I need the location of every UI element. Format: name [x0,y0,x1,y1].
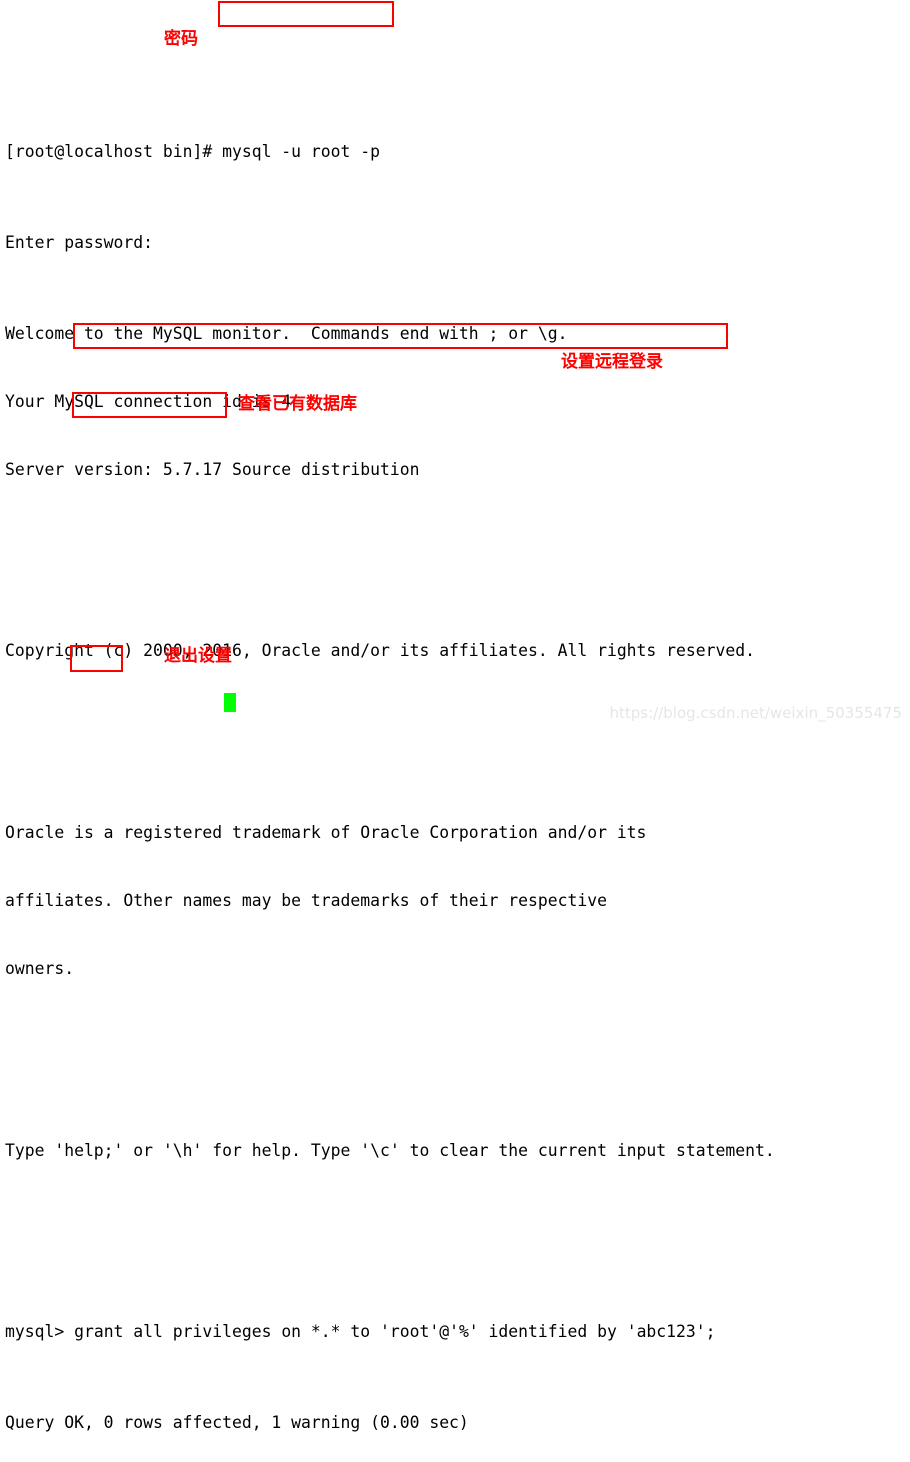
note-show-databases: 查看已有数据库 [238,394,357,414]
line-grant-command: mysql> grant all privileges on *.* to 'r… [5,1321,775,1344]
note-remote-login: 设置远程登录 [561,352,663,372]
line-trademark-2: affiliates. Other names may be trademark… [5,890,607,910]
terminal-console-output: [root@localhost bin]# mysql -u root -p E… [5,0,775,1462]
line-trademark-1: Oracle is a registered trademark of Orac… [5,822,647,842]
line-query-ok: Query OK, 0 rows affected, 1 warning (0.… [5,1413,469,1433]
line-mysql-login: [root@localhost bin]# mysql -u root -p [5,141,775,164]
line-copyright: Copyright (c) 2000, 2016, Oracle and/or … [5,641,755,661]
line-enter-password: Enter password: [5,232,775,255]
note-quit: 退出设置 [164,646,232,666]
mysql-prompt: mysql> [5,1322,65,1342]
shell-prompt: [root@localhost bin]# [5,141,213,161]
clipped-top-line [5,50,775,73]
line-trademark-3: owners. [5,959,75,979]
terminal-window[interactable]: [root@localhost bin]# mysql -u root -p E… [0,0,910,1432]
line-help-hint: Type 'help;' or '\h' for help. Type '\c'… [5,1140,775,1160]
watermark-url: https://blog.csdn.net/weixin_50355475 [609,704,902,723]
line-connection-id: Your MySQL connection id is 4 [5,391,292,411]
enter-password-label: Enter password: [5,232,154,252]
line-welcome: Welcome to the MySQL monitor. Commands e… [5,323,568,343]
line-server-version: Server version: 5.7.17 Source distributi… [5,459,420,479]
terminal-cursor [224,693,236,712]
note-password: 密码 [164,29,198,49]
grant-privileges-command: grant all privileges on *.* to 'root'@'%… [64,1322,716,1342]
mysql-login-command: mysql -u root -p [212,141,380,161]
